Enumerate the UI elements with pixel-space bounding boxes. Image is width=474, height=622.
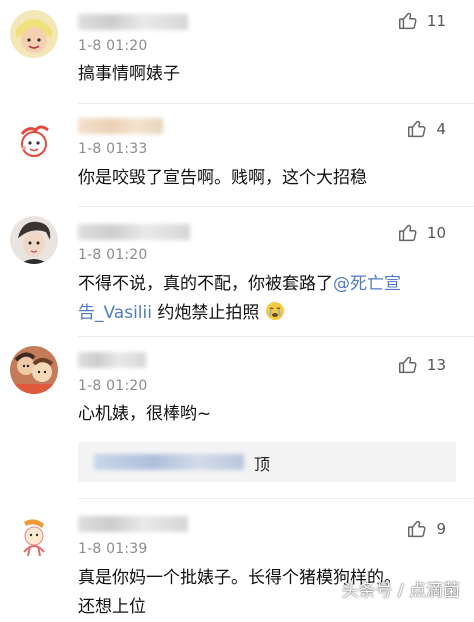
avatar[interactable] [10,512,58,560]
divider [78,498,474,499]
comment-text-line: 不得不说，真的不配，你被套路了@死亡宣 [78,270,460,299]
comment-text: 不得不说，真的不配，你被套路了@死亡宣 告_Vasilii 约炮禁止拍照 [78,270,460,328]
comment-time: 1-8 01:20 [78,378,148,394]
like-count: 13 [426,356,446,374]
like-count: 10 [426,224,446,242]
like-button[interactable]: 13 [397,354,446,376]
username-blurred[interactable] [78,14,188,30]
reply-text: 顶 [254,455,271,474]
avatar[interactable] [10,346,58,394]
comment-text-part: 不得不说，真的不配，你被套路了 [78,274,333,294]
crying-emoji-icon [265,302,285,323]
comment-time: 1-8 01:33 [78,141,148,157]
divider [78,336,474,337]
avatar[interactable] [10,118,58,166]
like-button[interactable]: 11 [397,10,446,32]
like-button[interactable]: 4 [406,118,446,140]
thumbs-up-icon [397,10,419,32]
comment-text-line: 告_Vasilii 约炮禁止拍照 [78,299,460,328]
mention-link[interactable]: 告_Vasilii [78,303,152,323]
avatar[interactable] [10,216,58,264]
thumbs-up-icon [406,518,428,540]
comment-time: 1-8 01:20 [78,38,148,54]
thumbs-up-icon [397,222,419,244]
reply-author-blurred[interactable] [94,454,244,470]
thumbs-up-icon [406,118,428,140]
username-blurred[interactable] [78,352,146,368]
mention-link[interactable]: @死亡宣 [333,274,401,294]
like-button[interactable]: 10 [397,222,446,244]
username-blurred[interactable] [78,224,190,240]
like-button[interactable]: 9 [406,518,446,540]
divider [78,103,474,104]
reply-preview[interactable]: 顶 [78,442,456,482]
comment-text: 心机婊，很棒哟~ [78,404,212,424]
watermark: 头条号 / 点滴菌 [341,581,460,601]
username-blurred[interactable] [78,516,188,532]
like-count: 11 [426,12,446,30]
username-blurred[interactable] [78,118,163,134]
comment-text: 搞事情啊婊子 [78,64,180,84]
thumbs-up-icon [397,354,419,376]
comment-time: 1-8 01:39 [78,541,148,557]
divider [78,206,474,207]
avatar[interactable] [10,10,58,58]
comment-text-part: 约炮禁止拍照 [151,303,260,323]
comment-time: 1-8 01:20 [78,247,148,263]
like-count: 4 [436,120,446,138]
like-count: 9 [436,520,446,538]
comment-text: 你是咬毁了宣告啊。贱啊，这个大招稳 [78,168,367,188]
